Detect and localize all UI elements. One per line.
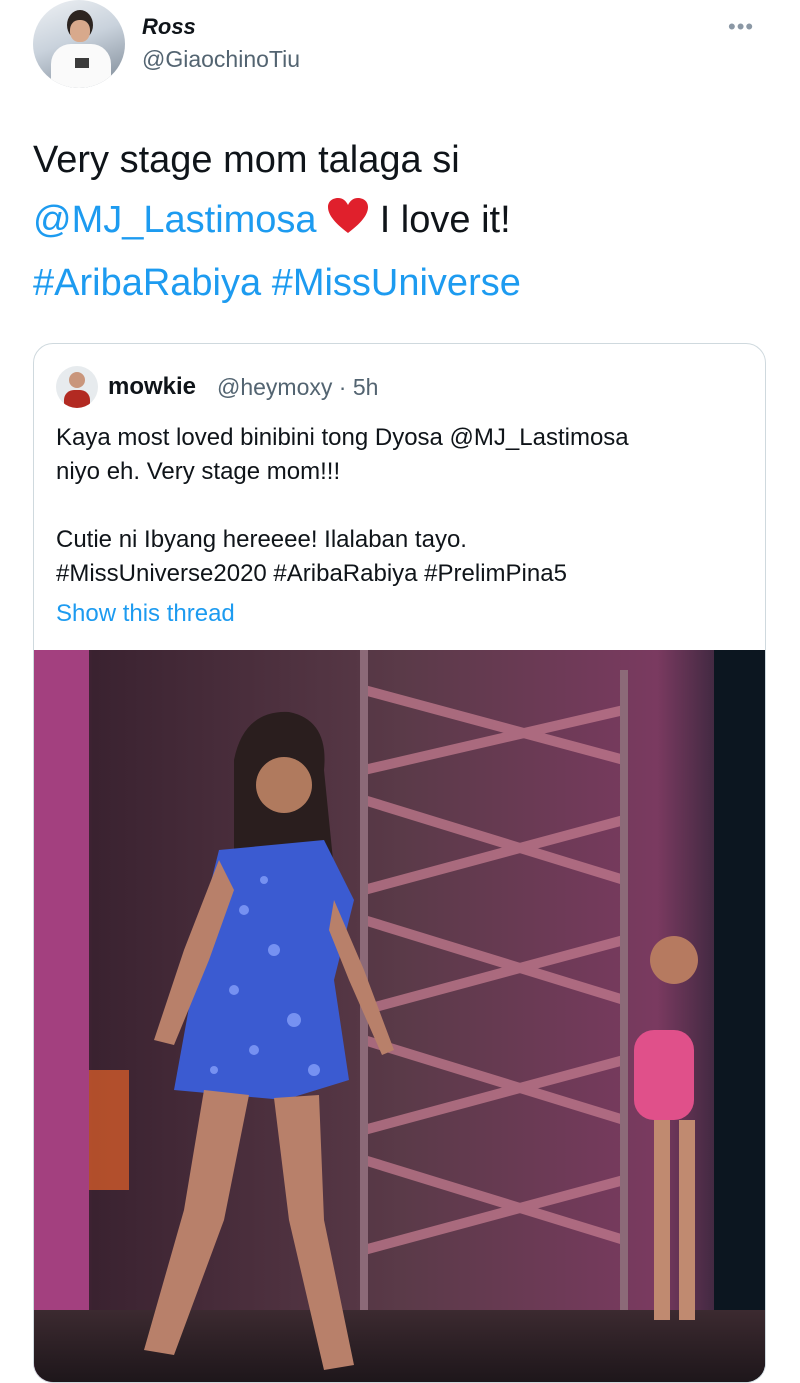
- tweet-line-2: @MJ_Lastimosa I love it!: [33, 190, 773, 253]
- author-name[interactable]: Ross: [142, 14, 196, 40]
- author-handle[interactable]: @GiaochinoTiu: [142, 46, 300, 73]
- tweet-after-mention: I love it!: [379, 199, 511, 241]
- mention-link[interactable]: @MJ_Lastimosa: [33, 199, 317, 241]
- tweet-text: Very stage mom talaga si @MJ_Lastimosa I…: [33, 130, 773, 313]
- quoted-avatar[interactable]: [56, 366, 98, 408]
- quoted-name[interactable]: mowkie: [108, 373, 196, 401]
- hashtags-link[interactable]: #AribaRabiya #MissUniverse: [33, 253, 773, 313]
- video-thumbnail[interactable]: [34, 650, 765, 1382]
- quoted-tweet[interactable]: mowkie @heymoxy · 5h Kaya most loved bin…: [33, 343, 766, 1383]
- more-dots-icon[interactable]: •••: [728, 14, 754, 40]
- quoted-handle-time: @heymoxy · 5h: [217, 374, 379, 400]
- heart-emoji-icon: [327, 193, 369, 253]
- author-avatar[interactable]: [33, 0, 125, 88]
- quoted-text: Kaya most loved binibini tong Dyosa @MJ_…: [56, 424, 629, 587]
- show-thread-link[interactable]: Show this thread: [56, 600, 235, 628]
- tweet-line-1: Very stage mom talaga si: [33, 139, 460, 181]
